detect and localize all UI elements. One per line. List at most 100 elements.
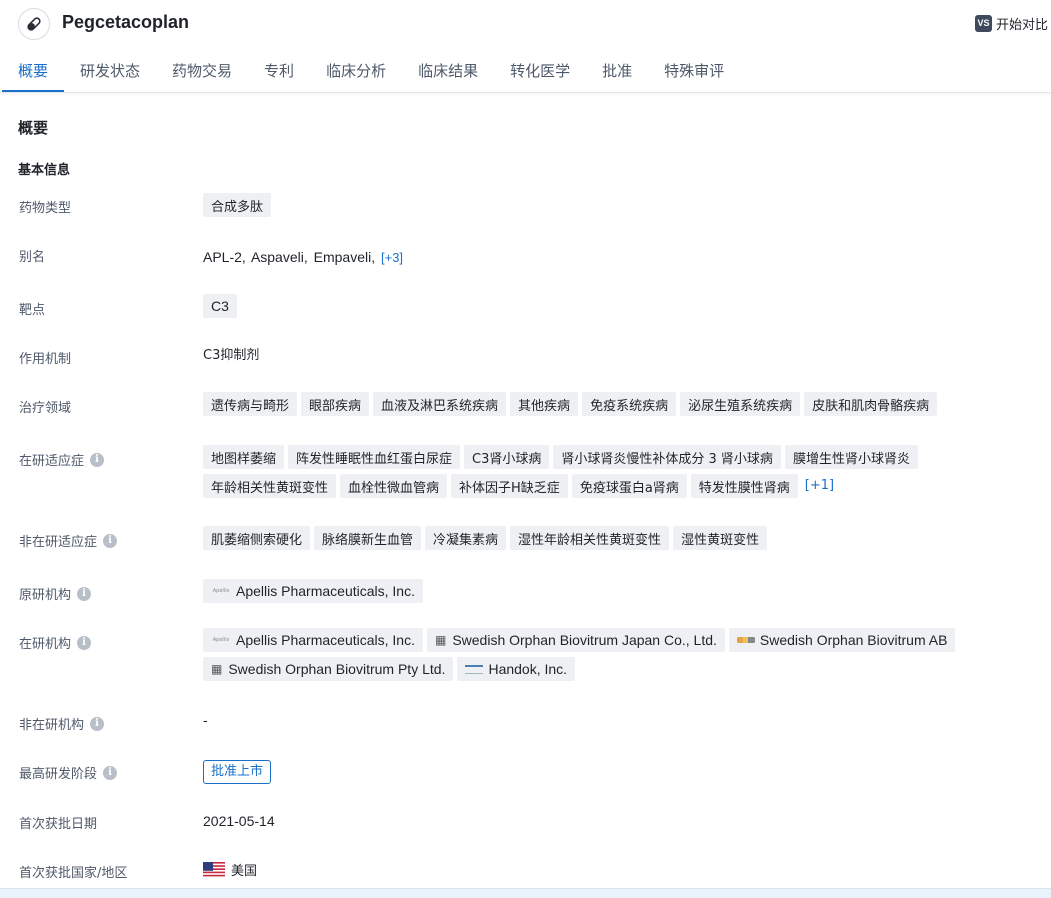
therapeutic-area-tag[interactable]: 皮肤和肌肉骨骼疾病 — [804, 392, 938, 416]
aliases-list: APL-2, Aspaveli, Empaveli, [+3] — [203, 246, 405, 270]
active-orgs-label: 在研机构 i — [19, 633, 92, 652]
therapeutic-area-label: 治疗领域 — [19, 401, 72, 416]
inactive-indication-tag[interactable]: 湿性年龄相关性黄斑变性 — [510, 526, 670, 550]
active-orgs: Apellis Apellis Pharmaceuticals, Inc. ▦ … — [203, 628, 1033, 681]
info-icon[interactable]: i — [77, 586, 92, 601]
tab-rd-status[interactable]: 研发状态 — [64, 52, 156, 90]
indication-tag[interactable]: 阵发性睡眠性血红蛋白尿症 — [288, 445, 461, 469]
pill-icon — [18, 8, 50, 40]
indication-tag[interactable]: 补体因子H缺乏症 — [451, 474, 568, 498]
indication-tag[interactable]: C3肾小球病 — [464, 445, 550, 469]
section-title: 概要 — [18, 119, 49, 137]
tab-overview[interactable]: 概要 — [2, 52, 65, 92]
target-tag[interactable]: C3 — [203, 294, 237, 318]
first-approval-country-label: 首次获批国家/地区 — [19, 866, 128, 881]
org-tag[interactable]: ▦ Swedish Orphan Biovitrum Pty Ltd. — [203, 657, 454, 681]
us-flag-icon — [203, 861, 225, 878]
tab-special-review[interactable]: 特殊审评 — [648, 52, 740, 90]
phase-badge: 批准上市 — [203, 760, 272, 784]
org-name: Swedish Orphan Biovitrum Pty Ltd. — [228, 661, 446, 677]
originator-label-text: 原研机构 — [19, 588, 72, 603]
org-tag[interactable]: Apellis Apellis Pharmaceuticals, Inc. — [203, 628, 423, 652]
drug-type-tag[interactable]: 合成多肽 — [203, 193, 272, 217]
active-orgs-label-text: 在研机构 — [19, 637, 72, 652]
target-tags: C3 — [203, 294, 1033, 318]
first-approval-date-value: 2021-05-14 — [203, 813, 275, 829]
therapeutic-area-tag[interactable]: 眼部疾病 — [301, 392, 370, 416]
inactive-orgs-value: - — [203, 714, 208, 729]
org-tag[interactable]: Apellis Apellis Pharmaceuticals, Inc. — [203, 579, 423, 603]
therapeutic-area-tag[interactable]: 其他疾病 — [510, 392, 579, 416]
indication-tag[interactable]: 血栓性微血管病 — [340, 474, 448, 498]
active-indications-tags: 地图样萎缩 阵发性睡眠性血红蛋白尿症 C3肾小球病 肾小球肾炎慢性补体成分 3 … — [203, 445, 1033, 498]
drug-name: Pegcetacoplan — [62, 12, 190, 32]
org-name: Handok, Inc. — [488, 661, 568, 677]
start-compare-button[interactable]: VS 开始对比 — [975, 14, 1048, 33]
apellis-logo: Apellis — [212, 637, 230, 643]
basic-info-title: 基本信息 — [18, 163, 71, 178]
drug-type-tags: 合成多肽 — [203, 193, 1033, 217]
originator-orgs: Apellis Apellis Pharmaceuticals, Inc. — [203, 579, 1033, 603]
org-name: Swedish Orphan Biovitrum Japan Co., Ltd. — [452, 632, 717, 648]
aliases-label: 别名 — [19, 250, 46, 265]
first-approval-date-label: 首次获批日期 — [19, 817, 98, 832]
indication-tag[interactable]: 膜增生性肾小球肾炎 — [784, 445, 918, 469]
active-indications-label: 在研适应症 i — [19, 450, 105, 469]
highest-phase-label: 最高研发阶段 i — [19, 763, 118, 782]
info-icon[interactable]: i — [77, 635, 92, 650]
indications-more-link[interactable]: [+1] — [805, 474, 834, 498]
active-indications-label-text: 在研适应症 — [19, 454, 85, 469]
mechanism-value: C3抑制剂 — [203, 348, 260, 363]
first-approval-country-value: 美国 — [203, 860, 257, 879]
tab-translational-medicine[interactable]: 转化医学 — [494, 52, 586, 90]
indication-tag[interactable]: 肾小球肾炎慢性补体成分 3 肾小球病 — [553, 445, 781, 469]
tab-bar: 概要 研发状态 药物交易 专利 临床分析 临床结果 转化医学 批准 特殊审评 — [2, 52, 740, 92]
inactive-indication-tag[interactable]: 脉络膜新生血管 — [314, 526, 422, 550]
indication-tag[interactable]: 特发性膜性肾病 — [690, 474, 798, 498]
tab-approvals[interactable]: 批准 — [586, 52, 648, 90]
aliases-more-link[interactable]: [+3] — [381, 250, 403, 265]
indication-tag[interactable]: 免疫球蛋白a肾病 — [571, 474, 687, 498]
sobi-logo — [736, 637, 755, 643]
vs-icon: VS — [975, 15, 992, 32]
country-name: 美国 — [231, 864, 258, 879]
inactive-indication-tag[interactable]: 肌萎缩侧索硬化 — [203, 526, 311, 550]
org-name: Apellis Pharmaceuticals, Inc. — [236, 583, 415, 599]
compare-label: 开始对比 — [996, 18, 1049, 33]
indication-tag[interactable]: 地图样萎缩 — [203, 445, 285, 469]
inactive-indications-label: 非在研适应症 i — [19, 531, 118, 550]
info-icon[interactable]: i — [90, 716, 105, 731]
org-tag[interactable]: Handok, Inc. — [457, 657, 576, 681]
tab-deals[interactable]: 药物交易 — [156, 52, 248, 90]
info-icon[interactable]: i — [103, 533, 118, 548]
info-icon[interactable]: i — [103, 765, 118, 780]
drug-type-label: 药物类型 — [19, 201, 72, 216]
handok-logo — [465, 664, 484, 674]
therapeutic-area-tag[interactable]: 免疫系统疾病 — [582, 392, 677, 416]
indication-tag[interactable]: 年龄相关性黄斑变性 — [203, 474, 337, 498]
inactive-orgs-label-text: 非在研机构 — [19, 718, 85, 733]
alias-item: APL-2, — [203, 249, 246, 265]
org-tag[interactable]: Swedish Orphan Biovitrum AB — [728, 628, 956, 652]
building-icon: ▦ — [211, 662, 223, 676]
therapeutic-area-tags: 遗传病与畸形 眼部疾病 血液及淋巴系统疾病 其他疾病 免疫系统疾病 泌尿生殖系统… — [203, 392, 1033, 416]
inactive-indications-label-text: 非在研适应症 — [19, 535, 98, 550]
target-label: 靶点 — [19, 303, 46, 318]
mechanism-label: 作用机制 — [19, 352, 72, 367]
inactive-indication-tag[interactable]: 冷凝集素病 — [425, 526, 507, 550]
org-name: Swedish Orphan Biovitrum AB — [759, 632, 948, 648]
drug-header: Pegcetacoplan VS 开始对比 概要 研发状态 药物交易 专利 临床… — [0, 0, 1051, 93]
therapeutic-area-tag[interactable]: 遗传病与畸形 — [203, 392, 298, 416]
therapeutic-area-tag[interactable]: 泌尿生殖系统疾病 — [680, 392, 801, 416]
originator-label: 原研机构 i — [19, 584, 92, 603]
therapeutic-area-tag[interactable]: 血液及淋巴系统疾病 — [373, 392, 507, 416]
org-name: Apellis Pharmaceuticals, Inc. — [236, 632, 415, 648]
tab-clinical-results[interactable]: 临床结果 — [402, 52, 494, 90]
tab-clinical-analysis[interactable]: 临床分析 — [310, 52, 402, 90]
alias-item: Empaveli, — [313, 249, 376, 265]
org-tag[interactable]: ▦ Swedish Orphan Biovitrum Japan Co., Lt… — [426, 628, 725, 652]
info-icon[interactable]: i — [90, 452, 105, 467]
tab-patents[interactable]: 专利 — [248, 52, 310, 90]
alias-item: Aspaveli, — [250, 249, 308, 265]
inactive-indication-tag[interactable]: 湿性黄斑变性 — [673, 526, 768, 550]
